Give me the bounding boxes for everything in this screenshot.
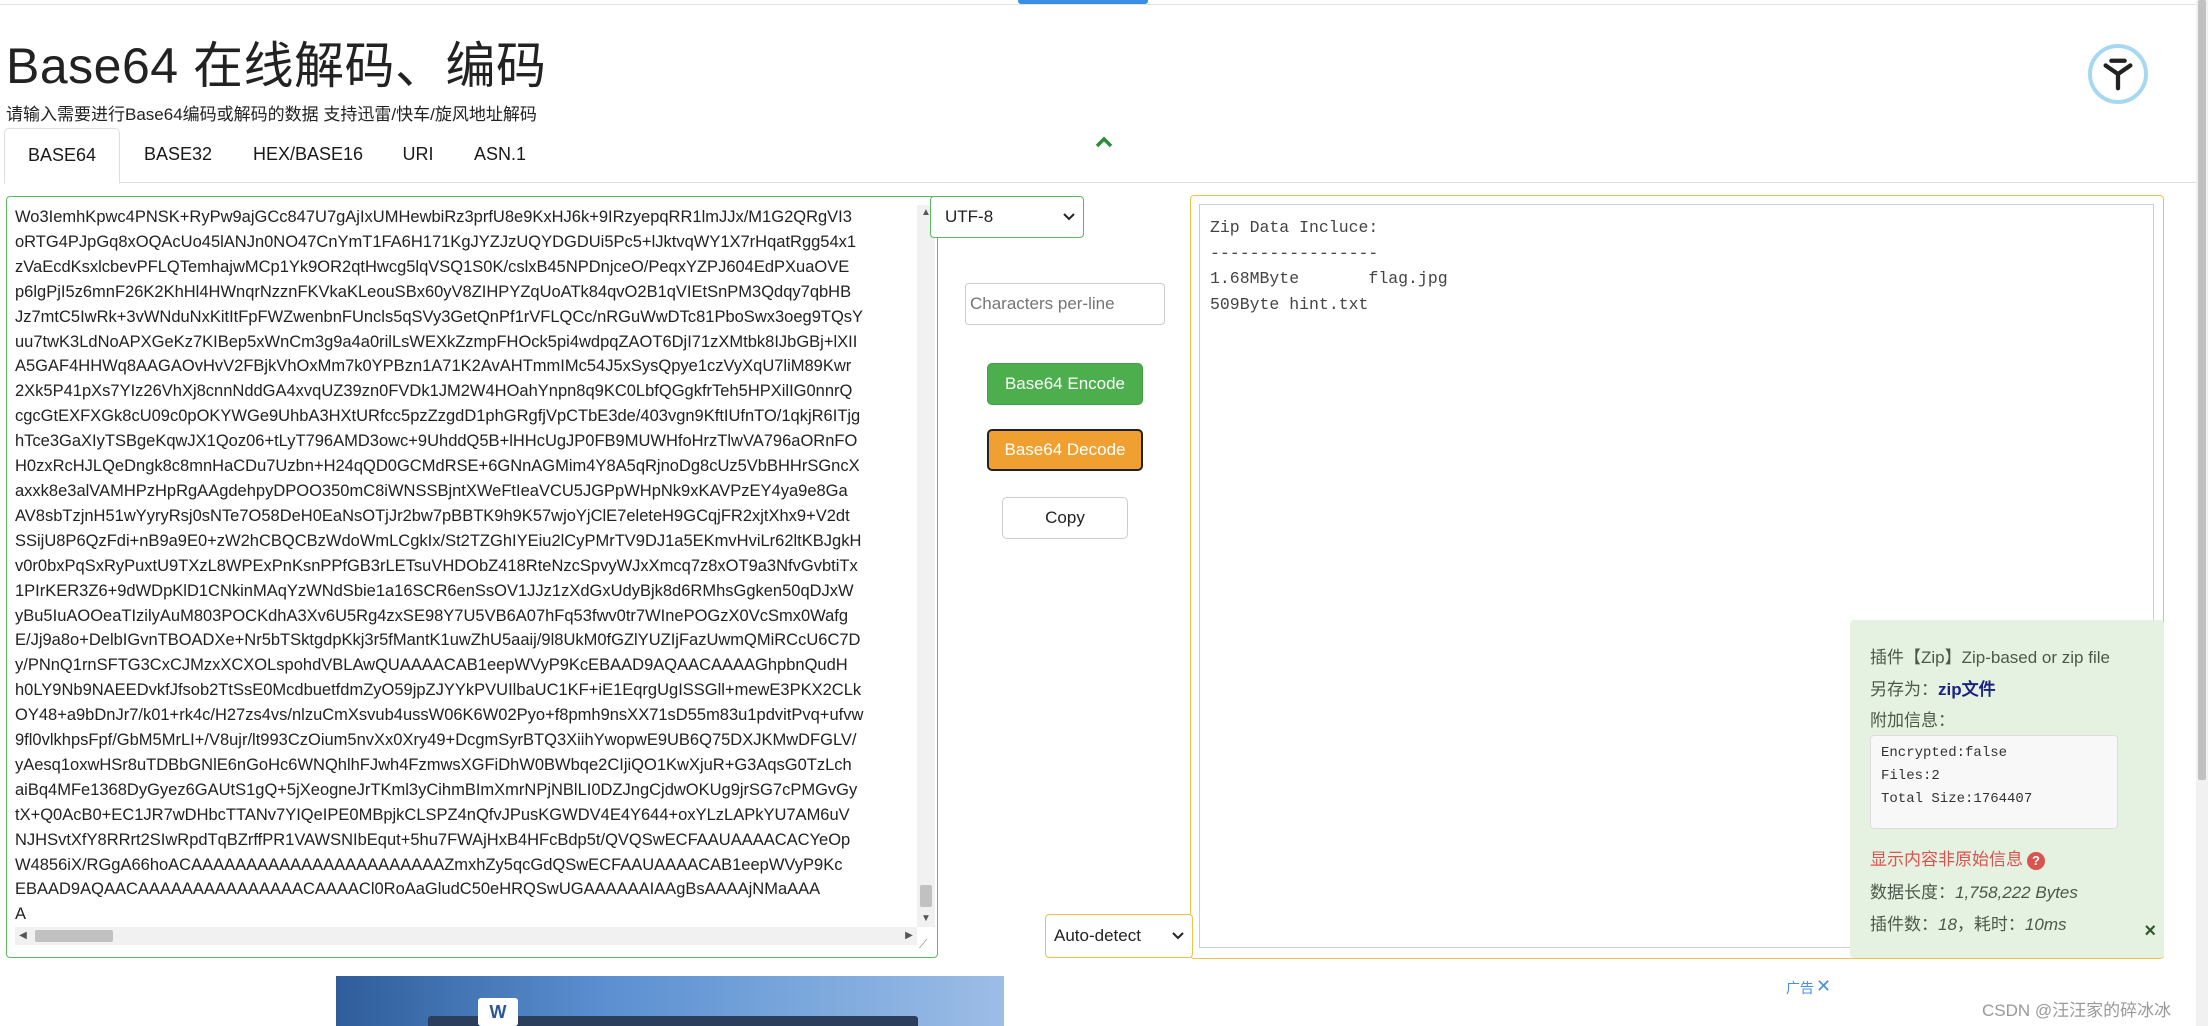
input-line: axxk8e3alVAMHPzHpRgAAgdehpyDPOO350mC8iWN… xyxy=(15,481,848,500)
input-line: Wo3IemhKpwc4PNSK+RyPw9ajGCc847U7gAjIxUMH… xyxy=(15,208,852,226)
page-scrollbar[interactable] xyxy=(2196,0,2208,1026)
close-icon[interactable]: × xyxy=(2144,920,2156,943)
input-line: A5GAF4HHWq8AAGAOvHvV2FBjkVhOxMm7k0YPBzn1… xyxy=(15,357,852,376)
scroll-thumb[interactable] xyxy=(920,885,932,907)
plugin-count-value: 18 xyxy=(1938,915,1957,934)
time-label: ，耗时： xyxy=(1956,915,2025,934)
input-line: p6lgPjI5z6mnF26K2KhHl4HWnqrNzznFKVkaKLeo… xyxy=(15,282,852,301)
input-line: y/PNnQ1rnSFTG3CxCJMzxXCXOLspohdVBLAwQUAA… xyxy=(15,656,848,675)
input-line: Jz7mtC5IwRk+3vWNduNxKitItFpFWZwenbnFUncl… xyxy=(15,307,864,326)
extra-info-box: Encrypted:false Files:2 Total Size:17644… xyxy=(1870,735,2118,829)
logo-glyph-icon xyxy=(2103,58,2133,91)
input-line: 2Xk5P41pXs7YIz26VhXj8cnnNddGA4xvqUZ39zn0… xyxy=(15,382,853,401)
page-subtitle: 请输入需要进行Base64编码或解码的数据 支持迅雷/快车/旋风地址解码 xyxy=(6,105,537,124)
input-vertical-scrollbar[interactable]: ▲ ▼ xyxy=(917,205,935,927)
input-line: SSijU8P6QzFdi+nB9a9E0+zW2hCBQCBzWdoWmLCg… xyxy=(15,531,862,550)
input-line: EBAAD9AQAACAAAAAAAAAAAAAAACAAAACl0RoAaGl… xyxy=(15,880,821,899)
ad-image[interactable]: W xyxy=(336,976,1004,1026)
input-line: yBu5IuAOOeaTIzilyAuM803POCKdhA3Xv6U5Rg4z… xyxy=(15,606,849,625)
input-line: E/Jj9a8o+DelbIGvnTBOADXe+Nr5bTSktgdpKkj3… xyxy=(15,631,861,650)
tab-asn1[interactable]: ASN.1 xyxy=(466,128,534,181)
advertisement-banner[interactable]: W 广告 ✕ xyxy=(336,976,1832,1026)
input-line: cgcGtEXFXGk8cU09c0pOKYWGe9UhbA3HXtURfcc5… xyxy=(15,407,861,426)
scroll-right-arrow-icon[interactable]: ▶ xyxy=(901,927,917,945)
input-line: AV8sbTzjnH51wYyryRsj0sNTe7O58DeH0EaNsOTj… xyxy=(15,506,850,525)
page-scroll-thumb[interactable] xyxy=(2198,0,2206,780)
base64-decode-button[interactable]: Base64 Decode xyxy=(987,429,1143,471)
input-text-content[interactable]: Wo3IemhKpwc4PNSK+RyPw9ajGCc847U7gAjIxUMH… xyxy=(15,205,920,921)
input-line: aiBq4MFe1368DyGyez6GAUtS1gQ+5jXeogneJrTK… xyxy=(15,780,858,799)
input-line: OY48+a9bDnJr7/k01+rk4c/H27zs4vs/nlzuCmXs… xyxy=(15,706,864,725)
data-length-label: 数据长度： xyxy=(1870,883,1955,902)
chevron-down-icon xyxy=(1172,915,1184,973)
plugin-title: 插件【Zip】Zip-based or zip file xyxy=(1870,648,2110,667)
tab-hex-base16[interactable]: HEX/BASE16 xyxy=(248,128,368,181)
input-line: h0LY9Nb9NAEEDvkfJfsob2TtSsE0McdbuetfdmZy… xyxy=(15,681,862,700)
input-line: yAesq1oxwHSr8uTDBbGNlE6nGoHc6WNQhlhFJwh4… xyxy=(15,755,852,774)
output-charset-value: Auto-detect xyxy=(1054,926,1141,945)
plugin-info-panel: 插件【Zip】Zip-based or zip file 另存为：zip文件 附… xyxy=(1850,620,2164,958)
top-nav-indicator xyxy=(1018,0,1148,4)
data-length-value: 1,758,222 Bytes xyxy=(1955,883,2078,902)
tab-base32[interactable]: BASE32 xyxy=(138,128,218,181)
hscroll-thumb[interactable] xyxy=(35,930,113,942)
non-original-warning: 显示内容非原始信息? xyxy=(1870,845,2045,870)
input-horizontal-scrollbar[interactable]: ◀ ▶ xyxy=(15,927,917,945)
input-line: A xyxy=(15,905,27,921)
plugin-count-label: 插件数： xyxy=(1870,915,1938,934)
input-line: tX+Q0AcB0+EC1JR7wDHbcTTANv7YIQeIPE0MBpjk… xyxy=(15,805,850,824)
ad-close-icon[interactable]: ✕ xyxy=(1816,976,1831,997)
chars-per-line-input[interactable] xyxy=(965,283,1165,325)
plugin-save-as: 另存为：zip文件 xyxy=(1870,675,1996,700)
input-line: hTce3GaXIyTSBgeKqwJX1Qoz06+tLyT796AMD3ow… xyxy=(15,432,858,451)
tab-uri[interactable]: URI xyxy=(395,128,441,181)
help-icon[interactable]: ? xyxy=(2027,852,2045,870)
chevron-up-icon[interactable] xyxy=(1093,133,1115,151)
site-logo-icon[interactable] xyxy=(2088,44,2148,104)
input-line: zVaEcdKsxlcbevPFLQTemhajwMCp1Yk9OR2qtHwc… xyxy=(15,257,850,276)
plugin-stats: 插件数：18，耗时：10ms xyxy=(1870,910,2067,935)
page-title: Base64 在线解码、编码 xyxy=(6,38,547,94)
copy-button[interactable]: Copy xyxy=(1002,497,1128,539)
input-line: H0zxRcHJLQeDngk8c8mnHaCDu7Uzbn+H24qQD0GC… xyxy=(15,457,860,476)
input-textarea[interactable]: Wo3IemhKpwc4PNSK+RyPw9ajGCc847U7gAjIxUMH… xyxy=(6,196,938,958)
scroll-down-arrow-icon[interactable]: ▼ xyxy=(917,911,935,927)
base64-encode-button[interactable]: Base64 Encode xyxy=(987,363,1143,405)
tab-base64[interactable]: BASE64 xyxy=(4,128,120,184)
charset-selected-value: UTF-8 xyxy=(945,207,994,226)
scroll-left-arrow-icon[interactable]: ◀ xyxy=(15,927,31,945)
output-text-content[interactable]: Zip Data Incluce: ----------------- 1.68… xyxy=(1210,215,1448,317)
save-as-link[interactable]: zip文件 xyxy=(1938,680,1996,699)
save-as-label: 另存为： xyxy=(1870,680,1938,699)
extra-info-label: 附加信息： xyxy=(1870,711,1955,730)
word-app-icon: W xyxy=(478,998,518,1026)
ad-label: 广告 xyxy=(1786,980,1814,996)
resize-grip-icon[interactable]: ⟋ xyxy=(919,937,935,953)
chevron-down-icon xyxy=(1063,197,1075,252)
warning-text: 显示内容非原始信息 xyxy=(1870,850,2023,869)
output-charset-select[interactable]: Auto-detect xyxy=(1045,914,1193,958)
input-line: 1PIrKER3Z6+9dWDpKlD1CNkinMAqYzWNdSbie1a1… xyxy=(15,581,854,600)
input-line: 9fl0vlkhpsFpf/GbM5MrLI+/V8ujr/lt993CzOiu… xyxy=(15,731,857,750)
input-line: NJHSvtXfY8RRrt2SIwRpdTqBZrffPR1VAWSNIbEq… xyxy=(15,830,851,849)
input-line: W4856iX/RGgA66hoACAAAAAAAAAAAAAAAAAAAAAA… xyxy=(15,855,843,874)
data-length: 数据长度：1,758,222 Bytes xyxy=(1870,878,2078,903)
input-charset-select[interactable]: UTF-8 xyxy=(930,196,1084,238)
input-line: uu7twK3LdNoAPXGeKz7KIBep5xWnCm3g9a4a0ril… xyxy=(15,332,858,351)
time-value: 10ms xyxy=(2024,915,2067,934)
input-line: v0r0bxPqSxRyPuxtU9TXzL8WPExPnKsnPPfGB3rL… xyxy=(15,556,858,575)
csdn-watermark: CSDN @汪汪家的碎冰冰 xyxy=(1982,1001,2172,1020)
input-line: oRTG4PJpGq8xOQAcUo45lANJn0NO47CnYmT1FA6H… xyxy=(15,232,857,251)
